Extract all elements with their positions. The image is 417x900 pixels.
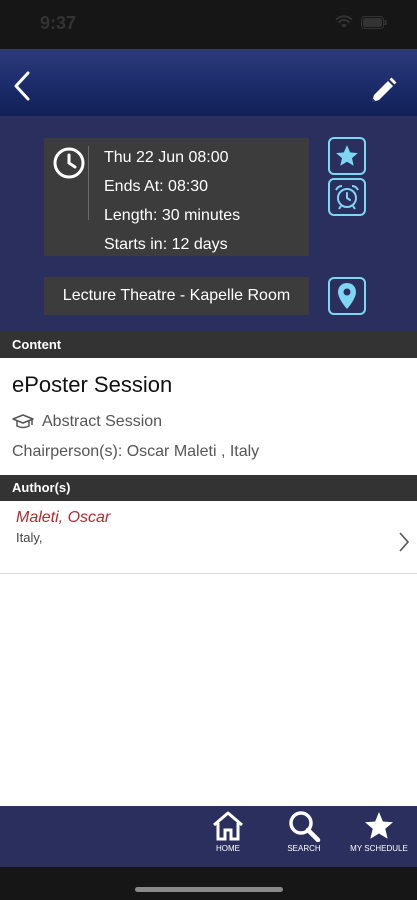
authors-section-header: Author(s) [0,475,417,501]
star-icon [365,812,393,839]
session-title: ePoster Session [12,372,173,397]
clock-icon [53,147,85,179]
session-type: Abstract Session [42,413,163,430]
chevron-right-icon [399,532,410,552]
chairperson-line: Chairperson(s): Oscar Maleti , Italy [12,443,260,460]
session-length: Length: 30 minutes [104,207,241,224]
edit-button[interactable] [367,75,401,109]
session-panel: Thu 22 Jun 08:00 Ends At: 08:30 Length: … [0,116,417,332]
session-ends-at: Ends At: 08:30 [104,178,209,195]
author-country: Italy, [16,530,43,545]
content-section-header: Content [0,332,417,358]
tab-home-label: HOME [216,844,240,853]
reminder-button[interactable] [328,178,366,216]
location-label: Lecture Theatre - Kapelle Room [44,277,309,315]
tab-search[interactable]: SEARCH [284,810,324,866]
tab-my-schedule[interactable]: MY SCHEDULE [348,810,410,866]
tab-search-label: SEARCH [287,844,321,853]
tab-bar: HOME SEARCH MY SCHEDULE [0,806,417,867]
home-indicator-area [0,867,417,900]
chevron-left-icon [14,71,30,101]
search-icon [289,811,321,842]
favorite-button[interactable] [328,137,366,175]
status-bar: 9:37 [0,0,417,49]
star-icon [336,145,358,166]
home-indicator[interactable] [135,887,283,892]
battery-icon [361,15,387,29]
home-icon [213,811,243,841]
session-starts-in: Starts in: 12 days [104,236,228,253]
author-name: Maleti, Oscar [16,509,111,526]
time-card: Thu 22 Jun 08:00 Ends At: 08:30 Length: … [44,138,309,256]
map-button[interactable] [328,277,366,315]
session-date: Thu 22 Jun 08:00 [104,149,229,166]
status-icons [335,15,387,29]
pencil-icon [372,77,397,102]
map-pin-icon [338,283,356,309]
graduation-cap-icon [12,414,34,429]
session-type-row: Abstract Session [12,411,162,433]
time-divider [88,146,89,220]
tab-my-schedule-label: MY SCHEDULE [350,844,408,853]
wifi-icon [335,15,353,28]
back-button[interactable] [8,69,38,103]
time-lines: Thu 22 Jun 08:00 Ends At: 08:30 Length: … [104,146,240,262]
author-row[interactable]: Maleti, Oscar Italy, [0,503,417,574]
tab-home[interactable]: HOME [208,810,248,866]
alarm-clock-icon [335,185,359,210]
nav-bar [0,49,417,116]
status-time: 9:37 [40,13,77,33]
